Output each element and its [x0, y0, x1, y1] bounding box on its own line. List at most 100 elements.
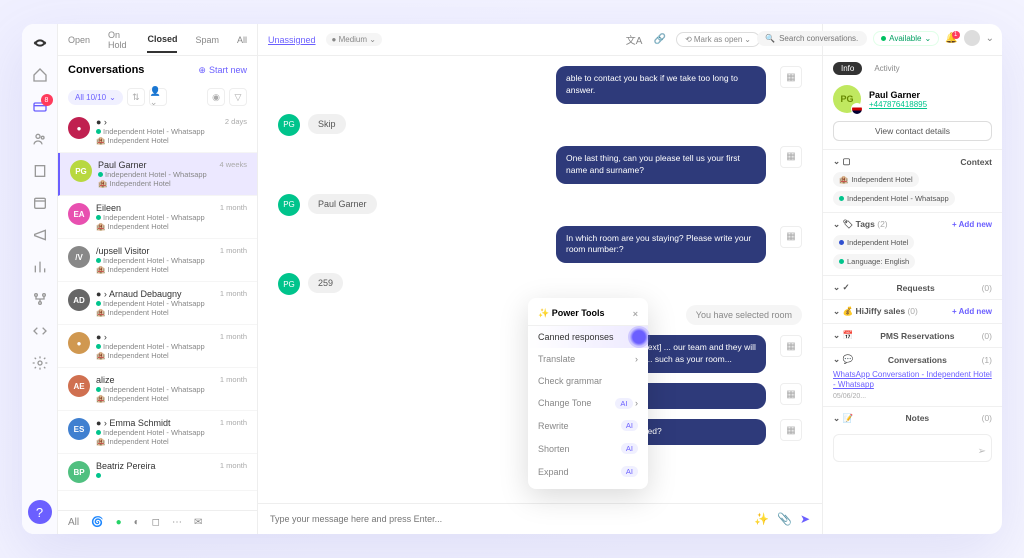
section-hijiffy[interactable]: ⌄ 💰 HiJiffy sales (0)+ Add new	[833, 306, 992, 317]
attach-icon[interactable]: 📎	[777, 512, 792, 526]
user-avatar: PG	[278, 194, 300, 216]
filter-funnel[interactable]: ▽	[229, 88, 247, 106]
bot-message: In which room are you staying? Please wr…	[556, 226, 766, 264]
context-chip: Independent Hotel - Whatsapp	[833, 191, 955, 206]
translate-item[interactable]: Translate›	[528, 348, 648, 370]
msg-action-icon[interactable]: ▦	[780, 335, 802, 357]
highlight-pulse	[628, 326, 650, 348]
send-icon[interactable]: ➤	[800, 512, 810, 526]
conversation-item[interactable]: BP Beatriz Pereira 1 month	[58, 454, 257, 491]
section-requests[interactable]: ⌄ ✓ Requests (0)	[833, 282, 992, 293]
tab-all[interactable]: All	[237, 35, 247, 45]
whatsapp-icon[interactable]: ●	[116, 517, 122, 528]
tab-closed[interactable]: Closed	[147, 34, 177, 53]
contacts-icon[interactable]	[31, 130, 49, 148]
bell-icon[interactable]: 🔔1	[945, 33, 957, 44]
inbox-icon[interactable]: 8	[31, 98, 49, 116]
chevron-down-icon[interactable]: ⌄	[986, 33, 994, 44]
search-icon: 🔍	[765, 34, 775, 43]
priority-badge[interactable]: ● Medium ⌄	[326, 33, 382, 46]
chat-panel: Unassigned ● Medium ⌄ 文A 🔗 ⟲ Mark as ope…	[258, 24, 822, 534]
close-icon[interactable]: ×	[633, 309, 638, 319]
msg-action-icon[interactable]: ▦	[780, 226, 802, 248]
search-bar: 🔍	[757, 31, 867, 46]
conversation-link[interactable]: WhatsApp Conversation - Independent Hote…	[833, 370, 992, 391]
add-tag[interactable]: + Add new	[952, 220, 992, 229]
filter-btn-2[interactable]: 👤⌄	[149, 88, 167, 106]
filter-eye[interactable]: ◉	[207, 88, 225, 106]
unassigned-link[interactable]: Unassigned	[268, 35, 316, 45]
msg-action-icon[interactable]: ▦	[780, 419, 802, 441]
magic-icon[interactable]: ✨	[754, 512, 769, 526]
search-input[interactable]	[779, 34, 859, 43]
filter-btn-1[interactable]: ⇅	[127, 88, 145, 106]
message-input[interactable]	[270, 514, 746, 524]
tab-info[interactable]: Info	[833, 62, 862, 75]
availability-toggle[interactable]: Available ⌄	[873, 31, 939, 46]
conversation-item[interactable]: AD ● › Arnaud Debaugny Independent Hotel…	[58, 282, 257, 325]
flag-icon	[851, 103, 863, 115]
view-contact-button[interactable]: View contact details	[833, 121, 992, 141]
start-new-button[interactable]: ⊕ Start new	[198, 65, 247, 76]
status-tabs: Open On Hold Closed Spam All	[58, 24, 257, 56]
msg-action-icon[interactable]: ▦	[780, 66, 802, 88]
campaigns-icon[interactable]	[31, 226, 49, 244]
tab-onhold[interactable]: On Hold	[108, 30, 129, 50]
channel-filter: All 🌀 ● ◐ ◻ ⋯ ✉	[58, 510, 257, 534]
link-icon[interactable]: 🔗	[650, 30, 670, 50]
hotel-icon[interactable]	[31, 162, 49, 180]
tab-spam[interactable]: Spam	[195, 35, 219, 45]
home-icon[interactable]	[31, 66, 49, 84]
contact-phone[interactable]: +447876418895	[869, 100, 927, 109]
tone-item[interactable]: Change ToneAI ›	[528, 392, 648, 414]
channel-icon[interactable]: 🌀	[91, 517, 103, 528]
user-message: Paul Garner	[308, 194, 377, 214]
details-panel: 🔍 Available ⌄ 🔔1 ⌄ Info Activity PG Paul…	[822, 24, 1002, 534]
msg-action-icon[interactable]: ▦	[780, 383, 802, 405]
grammar-item[interactable]: Check grammar	[528, 370, 648, 392]
conversation-item[interactable]: EA Eileen Independent Hotel - Whatsapp 🏨…	[58, 196, 257, 239]
user-menu-icon[interactable]	[964, 30, 980, 46]
tag-chip: Language: English	[833, 254, 915, 269]
section-tags[interactable]: ⌄ 🏷 Tags (2)+ Add new	[833, 219, 992, 230]
sms-icon[interactable]: ⋯	[172, 517, 182, 528]
expand-item[interactable]: ExpandAI	[528, 460, 648, 483]
conversation-item[interactable]: ES ● › Emma Schmidt Independent Hotel - …	[58, 411, 257, 454]
section-context[interactable]: ⌄ ▢ Context	[833, 156, 992, 167]
filter-all[interactable]: All 10/10 ⌄	[68, 90, 123, 105]
conversation-item[interactable]: ● ● › Independent Hotel - Whatsapp 🏨 Ind…	[58, 110, 257, 153]
user-message: Skip	[308, 114, 346, 134]
logo-icon[interactable]	[31, 34, 49, 52]
email-icon[interactable]: ✉	[194, 517, 202, 528]
messenger-icon[interactable]: ◐	[134, 517, 140, 528]
note-input[interactable]: ➢	[833, 434, 992, 462]
settings-icon[interactable]	[31, 354, 49, 372]
help-button[interactable]: ?	[28, 500, 52, 524]
rewrite-item[interactable]: RewriteAI	[528, 414, 648, 437]
shorten-item[interactable]: ShortenAI	[528, 437, 648, 460]
conversation-date: 05/06/20...	[833, 393, 992, 400]
section-notes[interactable]: ⌄ 📝 Notes (0)	[833, 413, 992, 424]
section-conversations[interactable]: ⌄ 💬 Conversations (1)	[833, 354, 992, 365]
conversation-item[interactable]: PG Paul Garner Independent Hotel - Whats…	[58, 153, 257, 196]
contact-avatar: PG	[833, 85, 861, 113]
add-sale[interactable]: + Add new	[952, 307, 992, 316]
instagram-icon[interactable]: ◻	[152, 517, 160, 528]
mark-open-button[interactable]: ⟲ Mark as open ⌄	[676, 32, 760, 47]
conversation-item[interactable]: AE alize Independent Hotel - Whatsapp 🏨 …	[58, 368, 257, 411]
conversation-item[interactable]: ● ● › Independent Hotel - Whatsapp 🏨 Ind…	[58, 325, 257, 368]
flows-icon[interactable]	[31, 290, 49, 308]
tag-chip: Independent Hotel	[833, 235, 914, 250]
calendar-icon[interactable]	[31, 194, 49, 212]
reports-icon[interactable]	[31, 258, 49, 276]
translate-icon[interactable]: 文A	[624, 30, 644, 50]
canned-responses-item[interactable]: Canned responses›	[528, 326, 648, 348]
tab-activity[interactable]: Activity	[866, 62, 907, 75]
note-send-icon[interactable]: ➢	[978, 446, 986, 457]
msg-action-icon[interactable]: ▦	[780, 146, 802, 168]
channel-all[interactable]: All	[68, 517, 79, 528]
code-icon[interactable]	[31, 322, 49, 340]
tab-open[interactable]: Open	[68, 35, 90, 45]
conversation-item[interactable]: /V /upsell Visitor Independent Hotel - W…	[58, 239, 257, 282]
section-pms[interactable]: ⌄ 📅 PMS Reservations (0)	[833, 330, 992, 341]
